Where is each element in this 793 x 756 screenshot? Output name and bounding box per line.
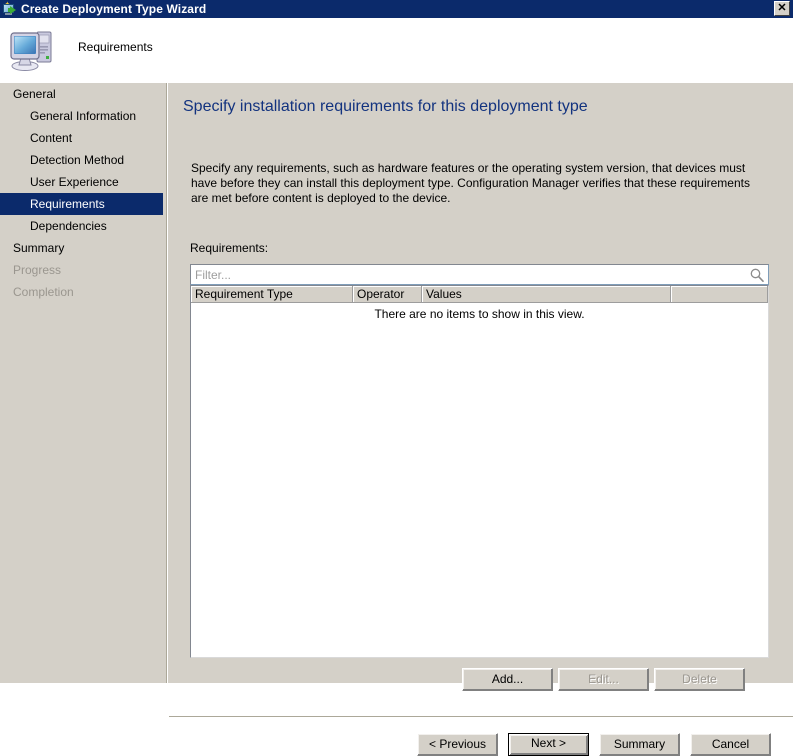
sidebar-item-label: Content <box>30 131 73 145</box>
column-header-requirement-type[interactable]: Requirement Type <box>191 286 353 303</box>
wizard-page-content: Specify installation requirements for th… <box>169 83 793 691</box>
requirements-list[interactable]: Requirement Type Operator Values There are… <box>190 285 769 658</box>
sidebar-divider <box>166 83 168 683</box>
sidebar-item-label: Requirements <box>30 197 105 211</box>
sidebar-item-progress: Progress <box>0 259 163 281</box>
sidebar-item-user-experience[interactable]: User Experience <box>0 171 163 193</box>
page-description: Specify any requirements, such as hardwa… <box>191 161 750 205</box>
sidebar-item-label: Completion <box>13 285 74 299</box>
requirements-label: Requirements: <box>190 241 269 255</box>
title-bar: ✦ Create Deployment Type Wizard ✕ <box>0 0 793 18</box>
list-header-row: Requirement Type Operator Values <box>191 286 768 303</box>
sidebar-item-content[interactable]: Content <box>0 127 163 149</box>
sidebar-item-label: General Information <box>30 109 137 123</box>
sidebar-item-label: Progress <box>13 263 62 277</box>
column-header-values[interactable]: Values <box>422 286 671 303</box>
sidebar-item-detection-method[interactable]: Detection Method <box>0 149 163 171</box>
delete-button: Delete <box>654 668 745 691</box>
computer-icon <box>10 31 52 71</box>
next-button[interactable]: Next > <box>508 733 589 756</box>
deployment-type-wizard-icon: ✦ <box>2 1 18 17</box>
column-header-filler <box>671 286 768 303</box>
sidebar-item-general[interactable]: General <box>0 83 163 105</box>
create-deployment-type-wizard-window: ✦ Create Deployment Type Wizard ✕ <box>0 0 793 756</box>
wizard-step-list: General General Information Content Detecti… <box>0 83 163 683</box>
filter-box[interactable] <box>190 264 769 285</box>
sidebar-item-requirements[interactable]: Requirements <box>0 193 163 215</box>
sidebar-item-completion: Completion <box>0 281 163 303</box>
sidebar-item-label: User Experience <box>30 175 119 189</box>
dialog-body: General General Information Content Detecti… <box>0 82 793 756</box>
sidebar-item-summary[interactable]: Summary <box>0 237 163 259</box>
sidebar-item-label: General <box>13 87 56 101</box>
page-title: Specify installation requirements for th… <box>183 98 588 115</box>
banner-title: Requirements <box>78 40 153 54</box>
search-icon[interactable] <box>749 267 765 283</box>
sidebar-item-label: Summary <box>13 241 65 255</box>
filter-input[interactable] <box>195 267 735 283</box>
column-header-operator[interactable]: Operator <box>353 286 422 303</box>
summary-button[interactable]: Summary <box>599 733 680 756</box>
cancel-button[interactable]: Cancel <box>690 733 771 756</box>
wizard-banner: Requirements <box>0 18 793 82</box>
add-button[interactable]: Add... <box>462 668 553 691</box>
window-title: Create Deployment Type Wizard <box>21 2 207 16</box>
footer-separator <box>169 716 793 718</box>
close-button[interactable]: ✕ <box>774 1 790 16</box>
previous-button[interactable]: < Previous <box>417 733 498 756</box>
empty-list-message: There are no items to show in this view. <box>374 307 585 321</box>
sidebar-item-label: Detection Method <box>30 153 125 167</box>
edit-button: Edit... <box>558 668 649 691</box>
sidebar-item-dependencies[interactable]: Dependencies <box>0 215 163 237</box>
sidebar-item-general-information[interactable]: General Information <box>0 105 163 127</box>
sidebar-item-label: Dependencies <box>30 219 107 233</box>
